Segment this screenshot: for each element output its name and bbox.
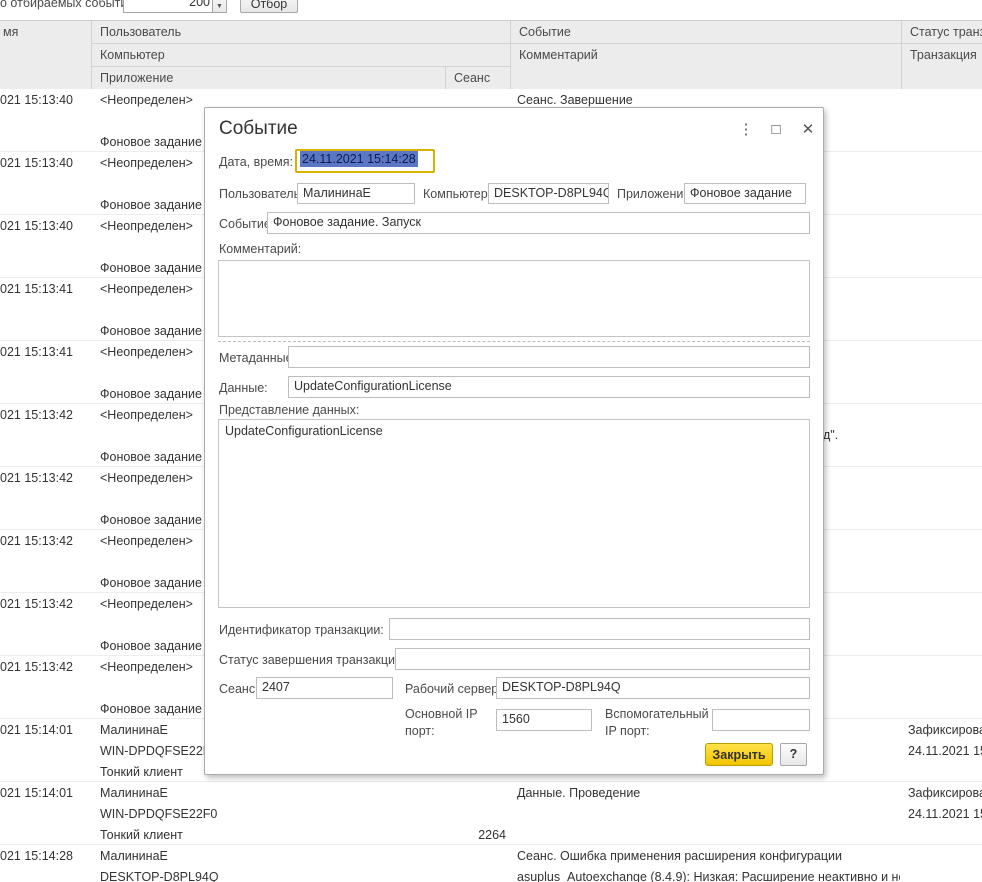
cell-transaction: 24.11.2021 15:1 — [908, 807, 982, 821]
cell-user: МалининаЕ — [100, 786, 440, 800]
column-header-tx-status[interactable]: Статус транзакции — [902, 21, 982, 44]
cell-datetime: 021 15:13:41 — [0, 282, 90, 296]
datetime-value: 24.11.2021 15:14:28 — [300, 151, 418, 167]
cell-datetime: 021 15:13:42 — [0, 408, 90, 422]
data-field[interactable]: UpdateConfigurationLicense — [288, 376, 810, 398]
close-button[interactable]: Закрыть — [705, 743, 773, 766]
cell-user: МалининаЕ — [100, 849, 440, 863]
cell-user: <Неопределен> — [100, 93, 440, 107]
clipped-comment-fragment: д". — [823, 428, 838, 442]
cell-event: Сеанс. Завершение — [517, 93, 900, 107]
cell-datetime: 021 15:13:42 — [0, 471, 90, 485]
cell-datetime: 021 15:14:28 — [0, 849, 90, 863]
aux-port-label: Вспомогательный IP порт: — [605, 706, 709, 740]
datetime-field[interactable]: 24.11.2021 15:14:28 — [295, 149, 435, 173]
user-label: Пользователь: — [219, 187, 304, 201]
column-header-application[interactable]: Приложение — [92, 67, 446, 90]
dialog-title: Событие — [219, 118, 298, 140]
filter-button[interactable]: Отбор — [240, 0, 298, 13]
server-label: Рабочий сервер: — [405, 682, 502, 696]
user-field[interactable]: МалининаЕ — [297, 183, 415, 204]
table-row[interactable]: 021 15:14:28 МалининаЕ DESKTOP-D8PL94Q С… — [0, 845, 982, 882]
tx-finish-status-label: Статус завершения транзакции: — [219, 653, 405, 667]
metadata-field[interactable] — [288, 346, 810, 368]
cell-datetime: 021 15:13:42 — [0, 597, 90, 611]
cell-application: Тонкий клиент — [100, 828, 430, 842]
cell-datetime: 021 15:13:40 — [0, 156, 90, 170]
tx-finish-status-field[interactable] — [395, 648, 810, 670]
computer-label: Компьютер: — [423, 187, 491, 201]
column-header-transaction[interactable]: Транзакция — [902, 44, 982, 90]
main-port-label: Основной IP порт: — [405, 706, 487, 740]
table-row[interactable]: 021 15:14:01 МалининаЕ WIN-DPDQFSE22F0 Т… — [0, 782, 982, 845]
cell-computer: DESKTOP-D8PL94Q — [100, 870, 440, 882]
events-count-value: 200 — [189, 0, 210, 9]
cell-computer: WIN-DPDQFSE22F0 — [100, 807, 440, 821]
cell-datetime: 021 15:13:42 — [0, 534, 90, 548]
column-header-event[interactable]: Событие — [511, 21, 902, 44]
more-menu-icon[interactable]: ⋮ — [735, 119, 757, 141]
count-dropdown-button[interactable]: ▼ — [212, 0, 226, 12]
tx-id-field[interactable] — [389, 618, 810, 640]
cell-tx-status: Зафиксирована — [908, 723, 982, 737]
column-header-comment[interactable]: Комментарий — [511, 44, 902, 90]
cell-datetime: 021 15:14:01 — [0, 723, 90, 737]
session-label: Сеанс: — [219, 682, 259, 696]
event-dialog: Событие ⋮ □ ✕ Дата, время: 24.11.2021 15… — [204, 107, 824, 775]
column-header-session[interactable]: Сеанс — [446, 67, 511, 90]
selected-events-count-label: о отбираемых событий: — [0, 0, 138, 10]
close-icon[interactable]: ✕ — [797, 119, 819, 141]
computer-field[interactable]: DESKTOP-D8PL94Q — [488, 183, 609, 204]
event-field[interactable]: Фоновое задание. Запуск — [267, 212, 810, 234]
cell-datetime: 021 15:13:42 — [0, 660, 90, 674]
data-presentation-field[interactable]: UpdateConfigurationLicense — [218, 419, 810, 608]
cell-transaction: 24.11.2021 15:1 — [908, 744, 982, 758]
table-header: мя Пользователь Компьютер Приложение Сеа… — [0, 20, 982, 89]
column-header-computer[interactable]: Компьютер — [92, 44, 511, 67]
chevron-down-icon: ▼ — [213, 3, 226, 10]
main-port-field[interactable]: 1560 — [496, 709, 592, 731]
cell-event: Сеанс. Ошибка применения расширения конф… — [517, 849, 900, 863]
column-header-datetime[interactable]: мя — [0, 21, 92, 90]
aux-port-field[interactable] — [712, 709, 810, 731]
cell-datetime: 021 15:13:40 — [0, 93, 90, 107]
cell-datetime: 021 15:13:40 — [0, 219, 90, 233]
cell-comment: asuplus_Autoexchange (8.4.9): Низкая: Ра… — [517, 870, 900, 882]
splitter-handle[interactable] — [218, 341, 810, 342]
help-button[interactable]: ? — [780, 743, 807, 766]
event-label: Событие: — [219, 217, 274, 231]
tx-id-label: Идентификатор транзакции: — [219, 623, 384, 637]
data-label: Данные: — [219, 381, 268, 395]
datetime-label: Дата, время: — [219, 155, 293, 169]
cell-tx-status: Зафиксирована — [908, 786, 982, 800]
comment-field[interactable] — [218, 260, 810, 337]
data-presentation-label: Представление данных: — [219, 403, 359, 417]
event-log-screen: о отбираемых событий: 200 ▼ Отбор мя Пол… — [0, 0, 982, 882]
application-label: Приложение: — [617, 187, 694, 201]
cell-event: Данные. Проведение — [517, 786, 900, 800]
application-field[interactable]: Фоновое задание — [684, 183, 806, 204]
cell-datetime: 021 15:13:41 — [0, 345, 90, 359]
comment-label: Комментарий: — [219, 242, 301, 256]
metadata-label: Метаданные: — [219, 351, 296, 365]
cell-datetime: 021 15:14:01 — [0, 786, 90, 800]
cell-session: 2264 — [446, 828, 506, 842]
session-field[interactable]: 2407 — [256, 677, 393, 699]
maximize-icon[interactable]: □ — [765, 119, 787, 141]
events-count-input[interactable]: 200 ▼ — [123, 0, 227, 13]
server-field[interactable]: DESKTOP-D8PL94Q — [496, 677, 810, 699]
column-header-user[interactable]: Пользователь — [92, 21, 511, 44]
